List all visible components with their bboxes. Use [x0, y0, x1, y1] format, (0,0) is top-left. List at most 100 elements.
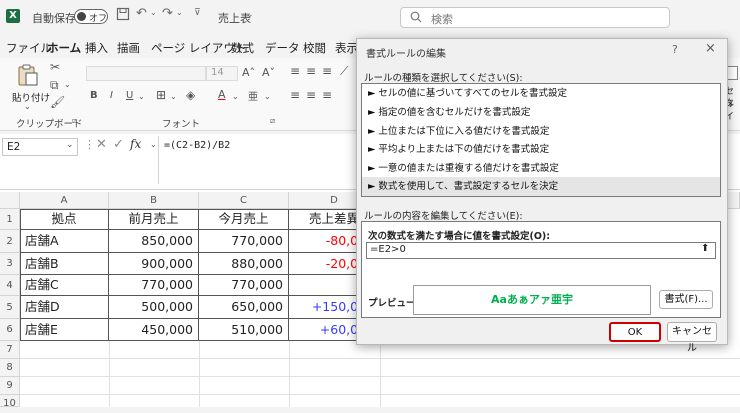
insert-function-dropdown-icon[interactable]: ⌄	[150, 140, 157, 149]
row-header-4[interactable]: 4	[0, 275, 20, 296]
row-header-8[interactable]: 8	[0, 359, 20, 377]
table-cell-prev[interactable]: 500,000	[109, 296, 199, 319]
format-painter-icon[interactable]: 🖌	[50, 95, 65, 109]
close-icon[interactable]: ×	[705, 41, 716, 56]
insert-function-icon[interactable]: fx	[130, 137, 141, 151]
row-header-2[interactable]: 2	[0, 230, 20, 253]
formula-input[interactable]: =(C2-B2)/B2	[164, 140, 230, 151]
borders-dropdown-icon[interactable]: ⌄	[170, 92, 177, 101]
font-shrink-icon[interactable]: A˅	[262, 66, 275, 79]
rule-type-item[interactable]: ► 上位または下位に入る値だけを書式設定	[362, 122, 720, 141]
redo-icon[interactable]: ↷	[162, 6, 173, 21]
filename-chevron-icon[interactable]: ⌄	[246, 10, 254, 20]
align-top-icon[interactable]: ≡	[290, 64, 300, 78]
tab-insert[interactable]: 挿入	[85, 40, 108, 56]
row-header-7[interactable]: 7	[0, 341, 20, 359]
table-cell-prev[interactable]: 900,000	[109, 253, 199, 275]
tab-home[interactable]: ホーム	[47, 40, 82, 60]
redo-dropdown-icon[interactable]: ⌄	[176, 8, 183, 17]
italic-icon[interactable]: I	[110, 90, 113, 101]
table-cell-store[interactable]: 店舗C	[20, 275, 109, 296]
table-cell-prev[interactable]: 450,000	[109, 319, 199, 341]
help-button[interactable]: ?	[672, 43, 678, 56]
table-cell-curr[interactable]: 510,000	[199, 319, 289, 341]
row-header-9[interactable]: 9	[0, 377, 20, 395]
paste-dropdown-icon[interactable]: ⌄	[24, 102, 31, 111]
column-header-b[interactable]: B	[109, 192, 199, 209]
font-name-select[interactable]	[86, 66, 206, 81]
column-header-a[interactable]: A	[20, 192, 109, 209]
row-header-1[interactable]: 1	[0, 209, 20, 230]
copy-icon[interactable]: ⧉	[50, 78, 59, 93]
row-header-6[interactable]: 6	[0, 319, 20, 341]
underline-dropdown-icon[interactable]: ⌄	[138, 92, 145, 101]
column-header-c[interactable]: C	[199, 192, 289, 209]
header-cell-store[interactable]: 拠点	[20, 209, 109, 230]
customize-toolbar-icon[interactable]: ⊽	[194, 8, 201, 18]
tab-draw[interactable]: 描画	[117, 40, 140, 56]
cancel-entry-icon[interactable]: ✕	[96, 137, 107, 152]
phonetic-dropdown-icon[interactable]: ⌄	[264, 92, 271, 101]
fill-color-icon[interactable]: ◈	[186, 88, 195, 102]
table-cell-prev[interactable]: 850,000	[109, 230, 199, 253]
table-cell-store[interactable]: 店舗A	[20, 230, 109, 253]
confirm-entry-icon[interactable]: ✓	[113, 137, 124, 152]
font-grow-icon[interactable]: A˄	[242, 66, 255, 79]
align-center-icon[interactable]: ≡	[306, 88, 316, 102]
rule-type-item-selected[interactable]: ► 数式を使用して、書式設定するセルを決定	[362, 177, 720, 196]
table-cell-store[interactable]: 店舗B	[20, 253, 109, 275]
header-cell-prev[interactable]: 前月売上	[109, 209, 199, 230]
table-cell-prev[interactable]: 770,000	[109, 275, 199, 296]
table-cell-store[interactable]: 店舗D	[20, 296, 109, 319]
save-icon[interactable]	[116, 7, 130, 25]
rule-type-item[interactable]: ► 指定の値を含むセルだけを書式設定	[362, 103, 720, 122]
paste-icon[interactable]	[16, 63, 40, 90]
table-cell-curr[interactable]: 650,000	[199, 296, 289, 319]
autosave-toggle[interactable]: オフ	[74, 9, 108, 24]
align-bottom-icon[interactable]: ≡	[322, 64, 332, 78]
rule-type-item[interactable]: ► セルの値に基づいてすべてのセルを書式設定	[362, 84, 720, 103]
tab-file[interactable]: ファイル	[6, 40, 52, 56]
row-header-5[interactable]: 5	[0, 296, 20, 319]
cancel-button[interactable]: キャンセル	[667, 322, 717, 354]
align-middle-icon[interactable]: ≡	[306, 64, 316, 78]
table-cell-curr[interactable]: 770,000	[199, 230, 289, 253]
font-color-dropdown-icon[interactable]: ⌄	[232, 92, 239, 101]
condition-formula-input[interactable]: =E2>0 ⬆	[366, 242, 716, 259]
font-color-icon[interactable]: A	[218, 88, 226, 101]
phonetic-icon[interactable]: 亜	[248, 88, 258, 103]
align-left-icon[interactable]: ≡	[290, 88, 300, 102]
header-cell-curr[interactable]: 今月売上	[199, 209, 289, 230]
ok-button[interactable]: OK	[609, 322, 661, 342]
search-input[interactable]: 検索	[400, 7, 670, 28]
table-cell-curr[interactable]: 880,000	[199, 253, 289, 275]
font-size-select[interactable]: 14	[206, 66, 238, 81]
tab-view[interactable]: 表示	[335, 40, 358, 56]
row-header-3[interactable]: 3	[0, 253, 20, 275]
font-launcher-icon[interactable]: ⧄	[270, 116, 275, 126]
cut-icon[interactable]: ✂	[50, 60, 60, 74]
orientation-icon[interactable]: ⟋	[340, 64, 348, 79]
row-header-10[interactable]: 10	[0, 395, 20, 409]
rule-type-item[interactable]: ► 一意の値または重複する値だけを書式設定	[362, 159, 720, 178]
borders-icon[interactable]: ⊞	[156, 88, 166, 102]
table-cell-store[interactable]: 店舗E	[20, 319, 109, 341]
clipboard-launcher-icon[interactable]: ⧄	[72, 116, 77, 126]
tab-review[interactable]: 校閲	[303, 40, 326, 56]
undo-icon[interactable]: ↶	[136, 6, 147, 21]
paste-label[interactable]: 貼り付け	[12, 90, 50, 104]
excel-logo-icon: X	[6, 9, 20, 23]
align-right-icon[interactable]: ≡	[322, 88, 332, 102]
tab-formulas[interactable]: 数式	[231, 40, 254, 56]
select-all-corner[interactable]	[0, 192, 20, 209]
undo-dropdown-icon[interactable]: ⌄	[150, 8, 157, 17]
tab-data[interactable]: データ	[265, 40, 300, 56]
copy-dropdown-icon[interactable]: ⌄	[64, 80, 71, 89]
rule-type-item[interactable]: ► 平均より上または下の値だけを書式設定	[362, 140, 720, 159]
collapse-dialog-icon[interactable]: ⬆	[701, 243, 709, 254]
format-button[interactable]: 書式(F)...	[659, 290, 713, 309]
underline-icon[interactable]: U	[126, 90, 133, 101]
table-cell-curr[interactable]: 770,000	[199, 275, 289, 296]
name-box-dropdown-icon[interactable]: ⌄	[66, 140, 74, 150]
bold-icon[interactable]: B	[90, 90, 98, 101]
